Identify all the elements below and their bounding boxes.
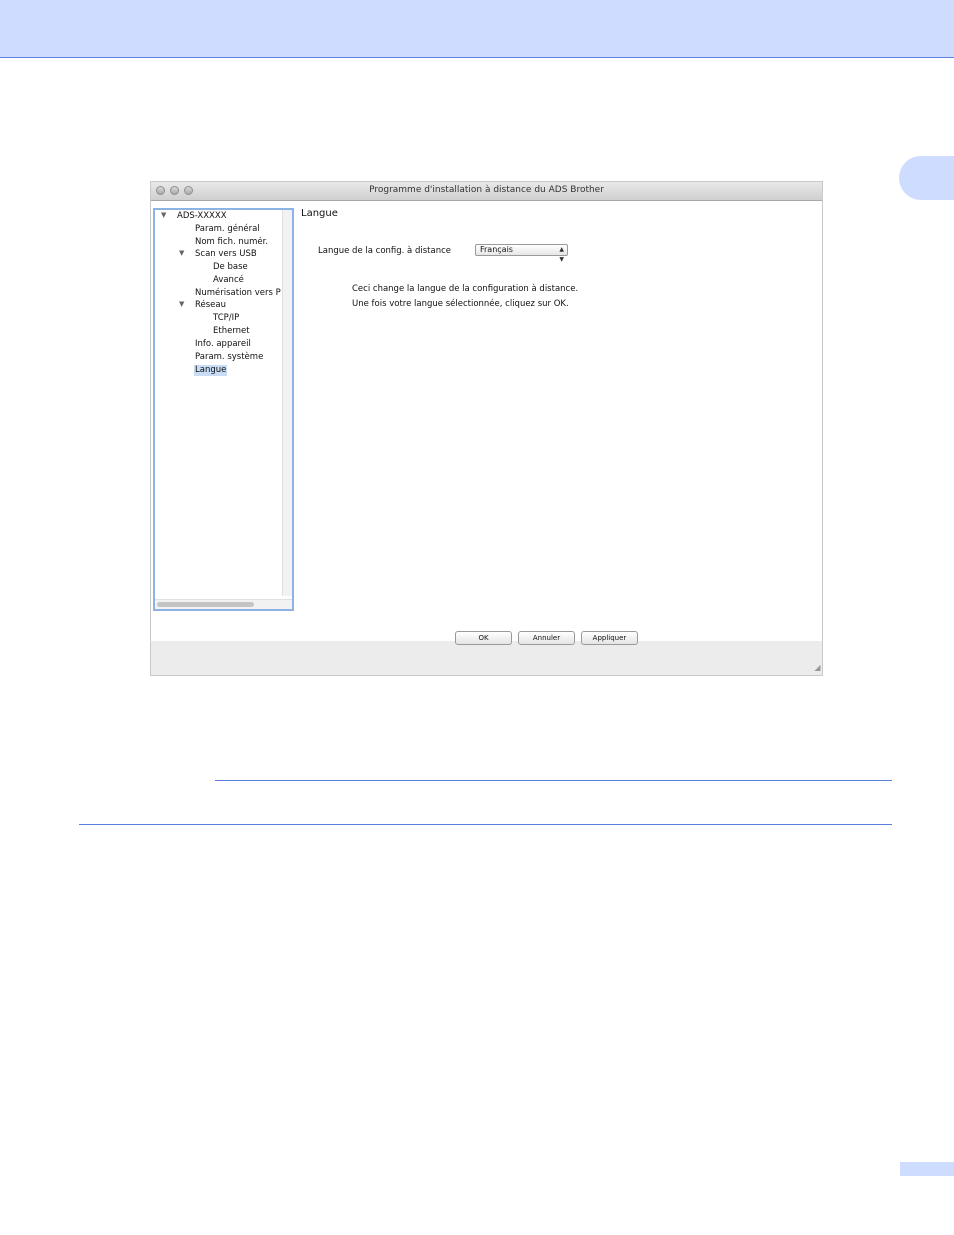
info-text-line-1: Ceci change la langue de la configuratio… [352,284,579,294]
select-arrows-icon: ▲ ▼ [559,246,564,263]
tree-item-filename[interactable]: Nom fich. numér. [195,237,268,248]
tree-item-ethernet[interactable]: Ethernet [213,326,250,337]
content-area: ▼ ADS-XXXXX Param. général Nom fich. num… [151,201,822,641]
vertical-scrollbar[interactable] [282,210,292,596]
tree-item-tcpip[interactable]: TCP/IP [213,313,239,324]
tree-item-network[interactable]: Réseau [195,300,226,311]
info-text-line-2: Une fois votre langue sélectionnée, cliq… [352,299,569,309]
language-select[interactable]: Français ▲ ▼ [475,244,568,263]
tree-item-advanced[interactable]: Avancé [213,275,244,286]
scrollbar-thumb[interactable] [157,602,254,607]
panel-title: Langue [301,208,338,219]
disclosure-triangle-icon[interactable]: ▼ [161,210,166,221]
tree-list: ▼ ADS-XXXXX Param. général Nom fich. num… [155,210,281,596]
language-label: Langue de la config. à distance [318,246,451,256]
disclosure-triangle-icon[interactable]: ▼ [179,299,184,310]
disclosure-triangle-icon[interactable]: ▼ [179,248,184,259]
tree-item-scan-to[interactable]: Numérisation vers P [195,288,281,299]
tree-item-language[interactable]: Langue [194,365,228,376]
horizontal-scrollbar[interactable] [155,599,292,609]
divider-rule [215,780,892,781]
tree-item-device-info[interactable]: Info. appareil [195,339,251,350]
chapter-tab [899,156,954,200]
app-window: Programme d'installation à distance du A… [150,181,823,676]
window-titlebar[interactable]: Programme d'installation à distance du A… [151,182,822,201]
divider-rule [79,824,892,825]
language-select-value: Français [480,245,513,254]
page-header-band [0,0,954,58]
window-title: Programme d'installation à distance du A… [369,185,604,195]
ok-button[interactable]: OK [455,631,512,645]
cancel-button[interactable]: Annuler [518,631,575,645]
tree-item-basic[interactable]: De base [213,262,248,273]
settings-tree[interactable]: ▼ ADS-XXXXX Param. général Nom fich. num… [153,208,294,611]
apply-button[interactable]: Appliquer [581,631,638,645]
resize-grip-icon[interactable]: ◢ [813,663,822,672]
tree-item-general[interactable]: Param. général [195,224,260,235]
tree-item-scan-usb[interactable]: Scan vers USB [195,249,257,260]
tree-item-system[interactable]: Param. système [195,352,263,363]
tree-item-device[interactable]: ADS-XXXXX [177,211,227,222]
page-number-tab [900,1162,954,1176]
